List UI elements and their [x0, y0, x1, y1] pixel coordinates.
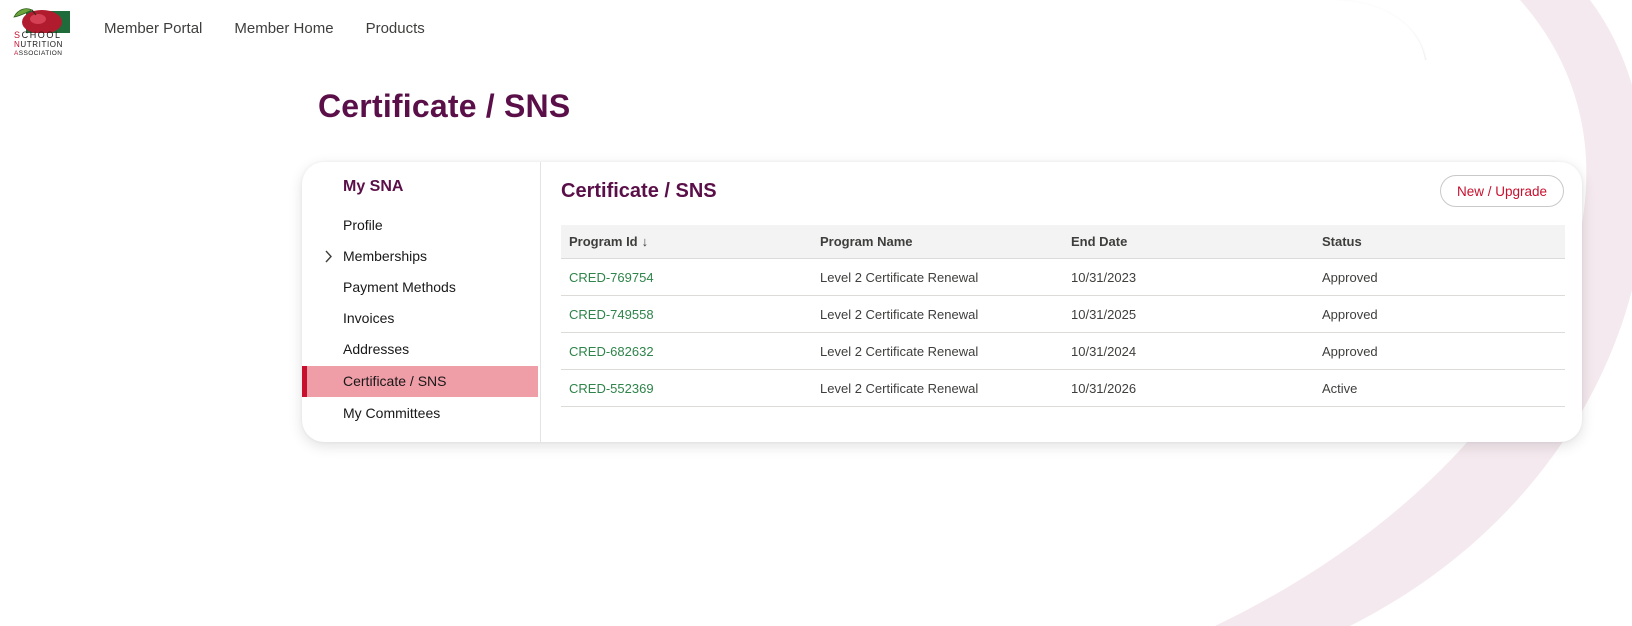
table-row: CRED-769754 Level 2 Certificate Renewal …: [561, 258, 1565, 296]
end-date-cell: 10/31/2024: [1063, 332, 1314, 370]
end-date-cell: 10/31/2025: [1063, 295, 1314, 333]
chevron-right-icon[interactable]: [322, 241, 334, 272]
sidebar-item-label: Profile: [343, 217, 383, 233]
sna-logo[interactable]: SCHOOL NUTRITION ASSOCIATION: [2, 3, 72, 57]
program-name-cell: Level 2 Certificate Renewal: [812, 369, 1063, 407]
panel-title: Certificate / SNS: [561, 180, 717, 202]
sidebar-item-addresses[interactable]: Addresses: [302, 334, 538, 365]
column-header-status[interactable]: Status: [1314, 225, 1565, 259]
column-header-program-name[interactable]: Program Name: [812, 225, 1063, 259]
sidebar-item-certificate-sns[interactable]: Certificate / SNS: [302, 366, 538, 397]
column-header-program-id[interactable]: Program Id ↓: [561, 225, 812, 259]
nav-member-portal[interactable]: Member Portal: [104, 20, 202, 37]
site-header: SCHOOL NUTRITION ASSOCIATION Member Port…: [0, 0, 1632, 60]
sidebar-item-label: Invoices: [343, 310, 395, 326]
sidebar-item-label: My Committees: [343, 405, 441, 421]
program-name-cell: Level 2 Certificate Renewal: [812, 258, 1063, 296]
program-id-link[interactable]: CRED-769754: [561, 258, 812, 296]
sidebar-heading: My SNA: [343, 178, 404, 195]
status-cell: Approved: [1314, 258, 1565, 296]
program-name-cell: Level 2 Certificate Renewal: [812, 332, 1063, 370]
status-cell: Approved: [1314, 295, 1565, 333]
logo-word: SSOCIATION: [18, 50, 63, 57]
sort-down-arrow-icon[interactable]: ↓: [642, 234, 649, 249]
nav-member-home[interactable]: Member Home: [234, 20, 333, 37]
nav-products[interactable]: Products: [366, 20, 425, 37]
end-date-cell: 10/31/2026: [1063, 369, 1314, 407]
certificate-panel: Certificate / SNS New / Upgrade Program …: [559, 162, 1565, 442]
top-nav: Member Portal Member Home Products: [104, 20, 457, 37]
program-name-cell: Level 2 Certificate Renewal: [812, 295, 1063, 333]
sidebar-item-my-committees[interactable]: My Committees: [302, 398, 538, 429]
account-card: My SNA Profile Memberships Payment Metho…: [302, 162, 1582, 442]
sidebar-item-payment-methods[interactable]: Payment Methods: [302, 272, 538, 303]
logo-word: CHOOL: [21, 30, 62, 40]
column-header-label: Program Id: [569, 234, 638, 249]
status-cell: Approved: [1314, 332, 1565, 370]
sidebar-item-label: Addresses: [343, 341, 410, 357]
sidebar-item-memberships[interactable]: Memberships: [302, 241, 538, 272]
program-id-link[interactable]: CRED-749558: [561, 295, 812, 333]
status-cell: Active: [1314, 369, 1565, 407]
table-row: CRED-682632 Level 2 Certificate Renewal …: [561, 332, 1565, 370]
sidebar-item-invoices[interactable]: Invoices: [302, 303, 538, 334]
logo-word: UTRITION: [20, 40, 63, 49]
sidebar-item-label: Certificate / SNS: [343, 373, 447, 389]
table-row: CRED-552369 Level 2 Certificate Renewal …: [561, 369, 1565, 407]
logo-wordmark: SCHOOL NUTRITION ASSOCIATION: [14, 31, 76, 58]
column-header-end-date[interactable]: End Date: [1063, 225, 1314, 259]
logo-letter: S: [14, 30, 22, 40]
certificate-table: Program Id ↓ Program Name End Date Status…: [561, 225, 1565, 407]
end-date-cell: 10/31/2023: [1063, 258, 1314, 296]
sidebar-item-profile[interactable]: Profile: [302, 210, 538, 241]
sidebar-item-label: Memberships: [343, 248, 428, 264]
table-header-row: Program Id ↓ Program Name End Date Status: [561, 225, 1565, 259]
new-upgrade-button[interactable]: New / Upgrade: [1439, 175, 1564, 207]
account-sidebar: My SNA Profile Memberships Payment Metho…: [302, 162, 541, 442]
program-id-link[interactable]: CRED-682632: [561, 332, 812, 370]
program-id-link[interactable]: CRED-552369: [561, 369, 812, 407]
page-title: Certificate / SNS: [318, 88, 571, 124]
table-row: CRED-749558 Level 2 Certificate Renewal …: [561, 295, 1565, 333]
sidebar-item-label: Payment Methods: [343, 279, 456, 295]
